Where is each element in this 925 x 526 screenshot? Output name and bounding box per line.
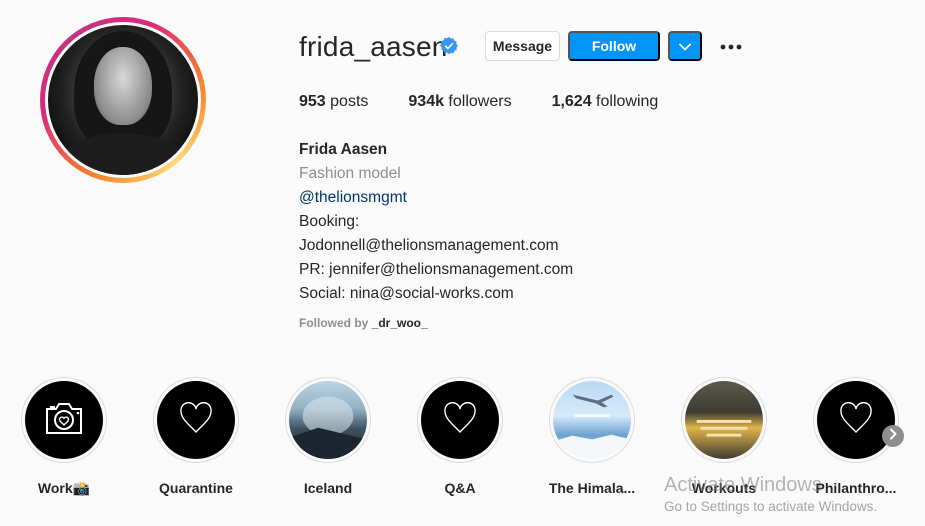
highlight-ring: [285, 377, 371, 463]
bio-mention-link[interactable]: @thelionsmgmt: [299, 186, 573, 210]
highlight-ring: [681, 377, 767, 463]
profile-stats: 953 posts 934k followers 1,624 following: [299, 93, 698, 111]
highlight-label: Work📸: [37, 480, 91, 496]
highlight-cover: [421, 381, 499, 459]
profile-bio: Frida Aasen Fashion model @thelionsmgmt …: [299, 138, 573, 306]
highlight-ring: [21, 377, 107, 463]
avatar-shoulders: [60, 133, 186, 175]
highlight-label: The Himala...: [548, 480, 636, 496]
followed-by-user[interactable]: _dr_woo_: [372, 316, 428, 330]
highlight-iceland[interactable]: Iceland: [283, 377, 373, 496]
highlight-quarantine[interactable]: Quarantine: [151, 377, 241, 496]
camera-heart-icon: [43, 400, 85, 441]
highlight-cover-photo: [289, 381, 367, 459]
profile-username: frida_aasen: [299, 31, 448, 62]
highlight-ring: [813, 377, 899, 463]
highlight-qa[interactable]: Q&A: [415, 377, 505, 496]
profile-category: Fashion model: [299, 165, 401, 182]
chevron-right-icon: [889, 427, 897, 445]
avatar-photo: [48, 25, 198, 175]
more-options-button[interactable]: [716, 36, 746, 56]
profile-full-name: Frida Aasen: [299, 141, 388, 158]
highlights-next-button[interactable]: [882, 425, 904, 447]
avatar-border: [45, 22, 201, 178]
suggested-accounts-button[interactable]: [668, 31, 702, 61]
bio-line: Jodonnell@thelionsmanagement.com: [299, 237, 559, 254]
chevron-down-icon: [679, 39, 691, 54]
avatar-face: [94, 47, 152, 125]
heart-icon: [179, 401, 213, 439]
windows-activation-subtitle: Go to Settings to activate Windows.: [664, 499, 878, 514]
highlight-label: Q&A: [444, 480, 476, 496]
profile-avatar[interactable]: [40, 17, 206, 183]
message-button[interactable]: Message: [485, 31, 560, 61]
highlight-ring: [549, 377, 635, 463]
heart-icon: [443, 401, 477, 439]
more-dots-icon: [720, 37, 742, 55]
heart-icon: [839, 401, 873, 439]
highlight-cover: [817, 381, 895, 459]
highlight-ring: [153, 377, 239, 463]
highlight-label: Iceland: [303, 480, 353, 496]
highlight-label: Philanthro...: [815, 480, 897, 496]
bio-line: Social: nina@social-works.com: [299, 285, 514, 302]
highlight-label: Quarantine: [159, 480, 233, 496]
highlight-himalaya[interactable]: The Himala...: [547, 377, 637, 496]
windows-activation-title: Activate Windows: [664, 474, 822, 496]
followed-by[interactable]: Followed by _dr_woo_: [299, 316, 428, 330]
highlight-cover-photo: [553, 381, 631, 459]
highlight-cover: [25, 381, 103, 459]
highlight-ring: [417, 377, 503, 463]
bio-line: Booking:: [299, 213, 360, 230]
bio-line: PR: jennifer@thelionsmanagement.com: [299, 261, 574, 278]
highlight-cover: [157, 381, 235, 459]
posts-count: 953 posts: [299, 93, 369, 110]
follow-button[interactable]: Follow: [568, 31, 660, 61]
verified-badge-icon: [440, 37, 458, 55]
highlight-cover-photo: [685, 381, 763, 459]
followers-link[interactable]: 934k followers: [408, 93, 511, 111]
following-link[interactable]: 1,624 following: [552, 93, 659, 111]
highlight-work[interactable]: Work📸: [19, 377, 109, 497]
